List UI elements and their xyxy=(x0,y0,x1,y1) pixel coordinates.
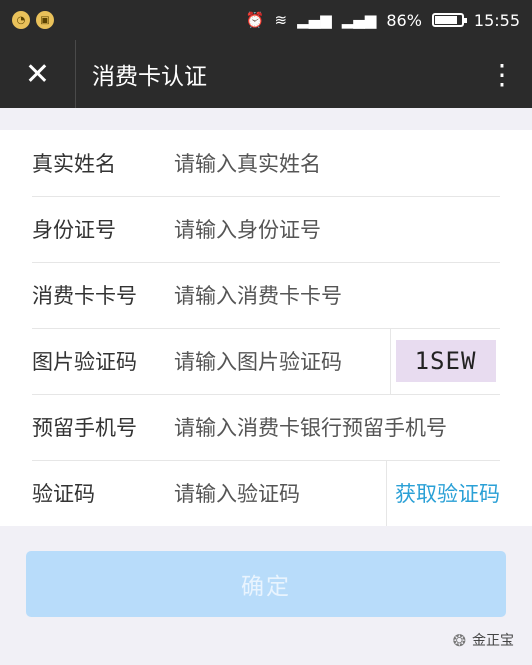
more-menu-button[interactable]: ⋮ xyxy=(472,40,532,108)
sms-code-label: 验证码 xyxy=(32,482,95,506)
captcha-image[interactable]: 1SEW xyxy=(395,340,496,382)
form-row-name: 真实姓名 请输入真实姓名 xyxy=(0,130,532,196)
card-number-input[interactable]: 请输入消费卡卡号 xyxy=(174,280,532,310)
signal-icon-2: ▂▄▆ xyxy=(341,11,377,29)
watermark: ❂ 金正宝 xyxy=(453,630,514,650)
phone-input[interactable]: 请输入消费卡银行预留手机号 xyxy=(174,412,532,442)
page-title: 消费卡认证 xyxy=(92,64,207,90)
status-time: 15:55 xyxy=(473,10,520,30)
more-icon: ⋮ xyxy=(488,57,516,91)
watermark-text: 金正宝 xyxy=(472,633,514,649)
close-icon: ✕ xyxy=(24,56,51,92)
wechat-icon: ◔ xyxy=(12,11,30,29)
captcha-input[interactable]: 请输入图片验证码 xyxy=(174,346,390,376)
alarm-icon: ⏰ xyxy=(245,11,265,29)
get-code-button[interactable]: 获取验证码 xyxy=(386,460,532,526)
form-row-sms: 验证码 请输入验证码 获取验证码 xyxy=(0,460,532,526)
form-row-phone: 预留手机号 请输入消费卡银行预留手机号 xyxy=(0,394,532,460)
notification-icon: ▣ xyxy=(36,11,54,29)
auth-form: 真实姓名 请输入真实姓名 身份证号 请输入身份证号 消费卡卡号 请输入消费卡卡号… xyxy=(0,130,532,526)
id-number-label: 身份证号 xyxy=(32,218,116,242)
status-bar: ◔ ▣ ⏰ ≋ ▂▄▆ ▂▄▆ 86% 15:55 xyxy=(0,0,532,40)
form-row-captcha: 图片验证码 请输入图片验证码 1SEW xyxy=(0,328,532,394)
sms-code-input[interactable]: 请输入验证码 xyxy=(174,478,386,508)
card-number-label: 消费卡卡号 xyxy=(32,284,137,308)
battery-icon xyxy=(431,13,467,27)
phone-label: 预留手机号 xyxy=(32,416,137,440)
confirm-button[interactable]: 确定 xyxy=(26,551,506,617)
form-row-card: 消费卡卡号 请输入消费卡卡号 xyxy=(0,262,532,328)
battery-percent: 86% xyxy=(386,10,422,30)
title-bar: ✕ 消费卡认证 ⋮ xyxy=(0,40,532,108)
wifi-icon: ≋ xyxy=(274,11,288,29)
signal-icon-1: ▂▄▆ xyxy=(297,11,332,29)
captcha-container: 1SEW xyxy=(390,328,500,394)
captcha-label: 图片验证码 xyxy=(32,350,137,374)
wechat-official-account-icon: ❂ xyxy=(452,630,466,650)
name-label: 真实姓名 xyxy=(32,152,116,176)
form-row-id: 身份证号 请输入身份证号 xyxy=(0,196,532,262)
id-number-input[interactable]: 请输入身份证号 xyxy=(174,214,532,244)
close-button[interactable]: ✕ xyxy=(0,40,76,108)
name-input[interactable]: 请输入真实姓名 xyxy=(174,148,532,178)
